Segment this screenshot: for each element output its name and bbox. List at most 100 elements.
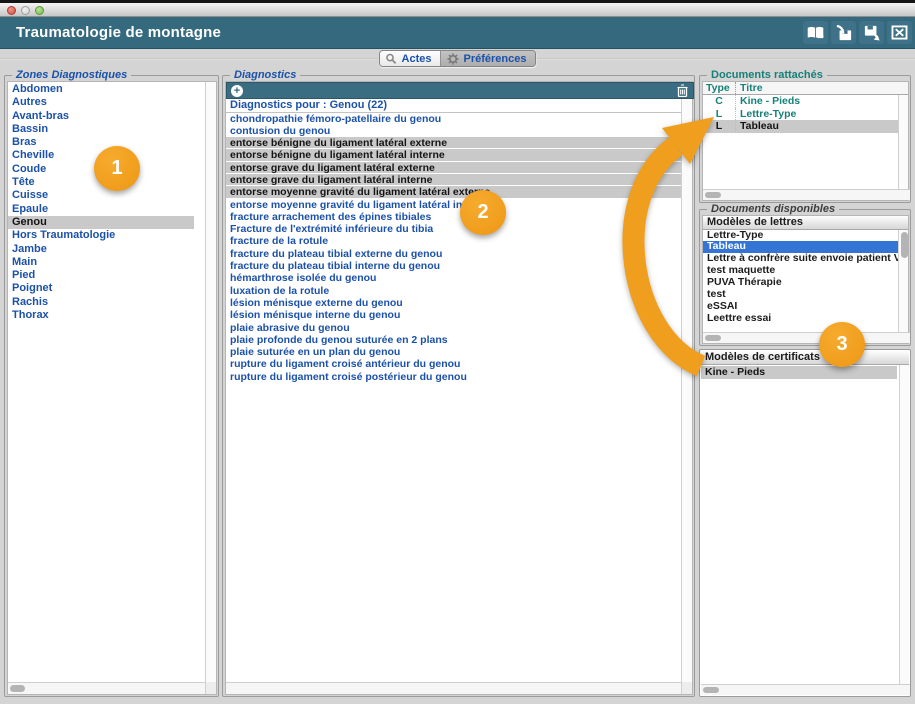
diagnostic-item[interactable]: Fracture de l'extrémité inférieure du ti… — [226, 223, 683, 235]
zone-item[interactable]: Main — [8, 256, 194, 269]
letter-item[interactable]: test maquette — [703, 265, 898, 277]
app-header: Traumatologie de montagne — [0, 17, 915, 49]
mac-titlebar[interactable] — [0, 3, 915, 17]
zone-item[interactable]: Abdomen — [8, 83, 194, 96]
zone-item[interactable]: Bras — [8, 136, 194, 149]
zones-horizontal-scrollbar[interactable] — [8, 682, 205, 694]
attached-docs-table: Type Titre C Kine - Pieds L Lettre-Type … — [702, 81, 909, 201]
letters-horizontal-scrollbar[interactable] — [703, 332, 910, 343]
zones-vertical-scrollbar[interactable] — [205, 82, 216, 684]
attached-doc-row[interactable]: L Lettre-Type — [703, 108, 908, 121]
zone-item[interactable]: Epaule — [8, 203, 194, 216]
close-window-icon[interactable] — [887, 21, 912, 44]
certificates-horizontal-scrollbar[interactable] — [701, 684, 910, 695]
actes-tab-icon — [385, 53, 398, 65]
annotation-badge-2: 2 — [460, 190, 506, 235]
available-docs-legend: Documents disponibles — [707, 203, 839, 215]
traffic-light-minimize[interactable] — [21, 6, 30, 15]
certificates-panel: Modèles de certificats Kine - Pieds — [699, 349, 911, 697]
diagnostic-item[interactable]: fracture arrachement des épines tibiales — [226, 211, 683, 223]
diagnostic-item[interactable]: luxation de la rotule — [226, 285, 683, 297]
letters-vscroll-thumb[interactable] — [901, 232, 908, 258]
diagnostic-item[interactable]: entorse bénigne du ligament latéral exte… — [226, 137, 683, 149]
diagnostic-item[interactable]: plaie abrasive du genou — [226, 322, 683, 334]
diagnostic-item[interactable]: contusion du genou — [226, 125, 683, 137]
diagnostic-item[interactable]: entorse bénigne du ligament latéral inte… — [226, 149, 683, 161]
diagnostics-horizontal-scrollbar[interactable] — [226, 682, 683, 694]
tab-strip: Actes Préférences — [0, 49, 915, 68]
letter-item[interactable]: test — [703, 289, 898, 301]
certificates-list: Kine - Pieds — [701, 366, 897, 379]
preferences-gear-icon — [446, 53, 459, 65]
diagnostic-item[interactable]: entorse moyenne gravité du ligament laté… — [226, 186, 683, 198]
letters-header: Modèles de lettres — [703, 216, 908, 230]
diagnostic-item[interactable]: fracture de la rotule — [226, 235, 683, 247]
zones-panel-legend: Zones Diagnostiques — [12, 69, 131, 81]
letters-area: Modèles de lettres Lettre-Type Tableau L… — [702, 215, 909, 344]
attached-docs-hscroll-thumb[interactable] — [705, 192, 721, 198]
zone-item[interactable]: Cuisse — [8, 189, 194, 202]
certificates-hscroll-thumb[interactable] — [703, 687, 719, 693]
tab-preferences[interactable]: Préférences — [441, 51, 535, 66]
available-docs-panel: Documents disponibles Modèles de lettres… — [699, 209, 911, 346]
tab-preferences-label: Préférences — [463, 53, 526, 65]
certificate-item[interactable]: Kine - Pieds — [701, 366, 897, 379]
diagnostic-item[interactable]: lésion ménisque interne du genou — [226, 309, 683, 321]
attached-docs-horizontal-scrollbar[interactable] — [703, 189, 910, 200]
letters-hscroll-thumb[interactable] — [705, 335, 721, 341]
diagnostics-toolbar: + — [226, 82, 694, 99]
letter-item[interactable]: Lettre-Type — [703, 230, 898, 242]
letter-item[interactable]: Leettre essai — [703, 313, 898, 325]
zone-item[interactable]: Pied — [8, 269, 194, 282]
tab-actes[interactable]: Actes — [380, 51, 442, 66]
letter-item[interactable]: Tableau — [703, 241, 898, 253]
trash-icon[interactable] — [677, 84, 688, 97]
add-icon[interactable]: + — [231, 85, 243, 97]
save-import-icon[interactable] — [831, 21, 856, 44]
diagnostic-item[interactable]: entorse grave du ligament latéral extern… — [226, 162, 683, 174]
zone-item[interactable]: Avant-bras — [8, 110, 194, 123]
zone-item[interactable]: Autres — [8, 96, 194, 109]
zones-scroll-corner — [205, 682, 216, 694]
diagnostic-item[interactable]: fracture du plateau tibial interne du ge… — [226, 260, 683, 272]
column-type[interactable]: Type — [703, 82, 736, 94]
letters-vertical-scrollbar[interactable] — [898, 230, 908, 333]
attached-docs-header-row: Type Titre — [703, 82, 908, 95]
app-title: Traumatologie de montagne — [0, 24, 221, 41]
zone-item[interactable]: Poignet — [8, 282, 194, 295]
diagnostic-item[interactable]: entorse grave du ligament latéral intern… — [226, 174, 683, 186]
diagnostics-vertical-scrollbar[interactable] — [681, 99, 692, 684]
annotation-badge-3: 3 — [819, 322, 865, 367]
book-icon[interactable] — [803, 21, 828, 44]
zone-item[interactable]: Thorax — [8, 309, 194, 322]
letter-item[interactable]: PUVA Thérapie — [703, 277, 898, 289]
attached-doc-row[interactable]: L Tableau — [703, 120, 908, 133]
zone-item[interactable]: Jambe — [8, 243, 194, 256]
diagnostic-item[interactable]: rupture du ligament croisé antérieur du … — [226, 358, 683, 370]
save-export-icon[interactable] — [859, 21, 884, 44]
letter-item[interactable]: Lettre à confrère suite envoie patient V… — [703, 253, 898, 265]
diagnostic-item[interactable]: plaie suturée en un plan du genou — [226, 346, 683, 358]
letters-list: Lettre-Type Tableau Lettre à confrère su… — [703, 230, 898, 325]
diagnostic-item[interactable]: rupture du ligament croisé postérieur du… — [226, 371, 683, 383]
diagnostic-item[interactable]: plaie profonde du genou suturée en 2 pla… — [226, 334, 683, 346]
traffic-light-zoom[interactable] — [35, 6, 44, 15]
zone-item[interactable]: Rachis — [8, 296, 194, 309]
traffic-light-close[interactable] — [7, 6, 16, 15]
attached-doc-row[interactable]: C Kine - Pieds — [703, 95, 908, 108]
zone-item[interactable]: Bassin — [8, 123, 194, 136]
diagnostic-item[interactable]: fracture du plateau tibial externe du ge… — [226, 248, 683, 260]
zone-item[interactable]: Hors Traumatologie — [8, 229, 194, 242]
column-titre[interactable]: Titre — [736, 82, 908, 94]
diagnostic-item[interactable]: hémarthrose isolée du genou — [226, 272, 683, 284]
attached-docs-vertical-scrollbar[interactable] — [898, 95, 908, 190]
letter-item[interactable]: eSSAI — [703, 301, 898, 313]
certificates-vertical-scrollbar[interactable] — [899, 365, 909, 684]
diagnostic-item[interactable]: entorse moyenne gravité du ligament laté… — [226, 199, 683, 211]
diagnostics-area: + Diagnostics pour : Genou (22) chondrop… — [225, 81, 693, 695]
zones-hscroll-thumb[interactable] — [10, 685, 25, 692]
diagnostic-item[interactable]: chondropathie fémoro-patellaire du genou — [226, 113, 683, 125]
tab-actes-label: Actes — [402, 53, 432, 65]
zone-item[interactable]: Genou — [8, 216, 194, 229]
diagnostic-item[interactable]: lésion ménisque externe du genou — [226, 297, 683, 309]
